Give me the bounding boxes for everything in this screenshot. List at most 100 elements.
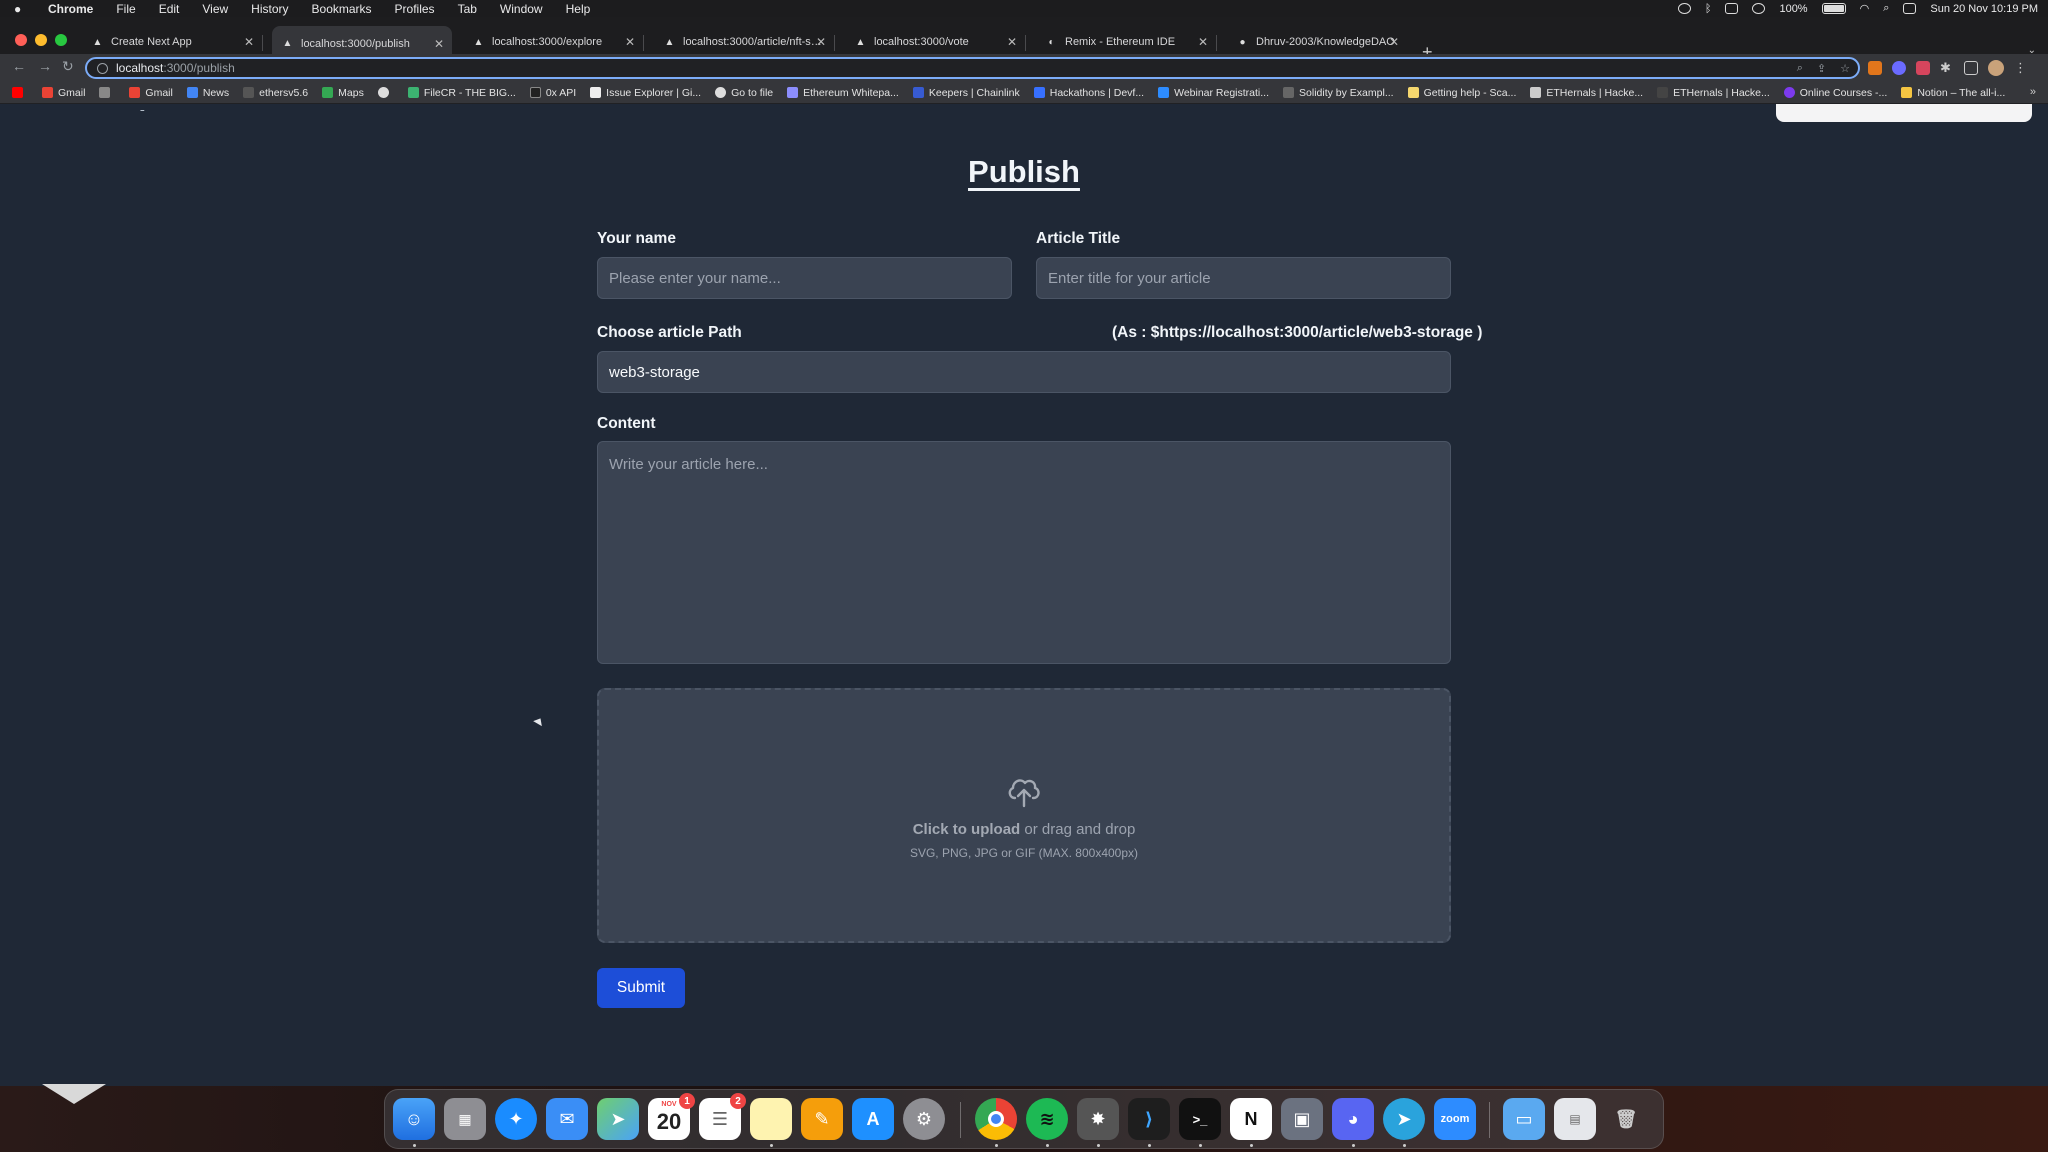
menu-bookmarks[interactable]: Bookmarks bbox=[312, 2, 372, 16]
now-playing-icon[interactable] bbox=[1752, 3, 1766, 14]
menu-view[interactable]: View bbox=[202, 2, 228, 16]
bookmark-0x-api[interactable]: 0x API bbox=[529, 87, 576, 99]
tab-close-icon[interactable]: ✕ bbox=[816, 35, 826, 49]
tab-vote[interactable]: ▲ localhost:3000/vote ✕ bbox=[845, 29, 1026, 55]
back-arrow-icon[interactable]: ← bbox=[12, 58, 26, 74]
screen-record-icon[interactable] bbox=[1677, 3, 1691, 14]
telegram-icon[interactable]: ➤ bbox=[1383, 1098, 1425, 1140]
menu-edit[interactable]: Edit bbox=[159, 2, 180, 16]
metamask-extension-icon[interactable] bbox=[1868, 61, 1882, 75]
recent-files-stack-icon[interactable]: ▤ bbox=[1554, 1098, 1596, 1140]
discord-icon[interactable]: ◕ bbox=[1332, 1098, 1374, 1140]
tab-close-icon[interactable]: ✕ bbox=[244, 35, 254, 49]
tab-close-icon[interactable]: ✕ bbox=[625, 35, 635, 49]
bluetooth-icon[interactable]: ᛒ bbox=[1705, 3, 1712, 15]
bookmark-gmail-1[interactable]: Gmail bbox=[42, 87, 85, 99]
display-icon[interactable] bbox=[1725, 3, 1739, 14]
tab-article-nft-storage[interactable]: ▲ localhost:3000/article/nft-storage ✕ bbox=[654, 29, 835, 55]
forward-arrow-icon[interactable]: → bbox=[38, 58, 52, 74]
chrome-icon[interactable] bbox=[975, 1098, 1017, 1140]
name-input[interactable]: Please enter your name... bbox=[597, 257, 1012, 299]
wifi-icon[interactable]: ◠ bbox=[1860, 2, 1870, 15]
bookmark-devfolio[interactable]: Hackathons | Devf... bbox=[1033, 87, 1144, 99]
zoom-app-icon[interactable]: zoom bbox=[1434, 1098, 1476, 1140]
tab-create-next-app[interactable]: ▲ Create Next App ✕ bbox=[82, 29, 263, 55]
menu-history[interactable]: History bbox=[251, 2, 288, 16]
bookmark-youtube[interactable] bbox=[12, 87, 28, 98]
bookmark-star-icon[interactable]: ☆ bbox=[1840, 62, 1850, 75]
app-store-icon[interactable]: A bbox=[852, 1098, 894, 1140]
vscode-icon[interactable]: ⟩ bbox=[1128, 1098, 1170, 1140]
address-bar[interactable]: localhost:3000/publish ⌕ ⇪ ☆ bbox=[85, 57, 1860, 79]
image-upload-dropzone[interactable]: Click to upload or drag and drop SVG, PN… bbox=[597, 688, 1451, 943]
menu-chrome[interactable]: Chrome bbox=[48, 2, 93, 16]
photo-editor-icon[interactable]: ✸ bbox=[1077, 1098, 1119, 1140]
bookmark-ethernals-1[interactable]: ETHernals | Hacke... bbox=[1530, 87, 1643, 99]
bookmark-maps[interactable]: Maps bbox=[322, 87, 364, 99]
content-textarea[interactable]: Write your article here... bbox=[597, 441, 1451, 664]
tab-close-icon[interactable]: ✕ bbox=[1389, 35, 1399, 49]
terminal-icon[interactable]: >_ bbox=[1179, 1098, 1221, 1140]
share-icon[interactable]: ⇪ bbox=[1817, 62, 1826, 75]
bookmark-online-courses[interactable]: Online Courses -... bbox=[1783, 87, 1887, 99]
notion-icon[interactable]: N bbox=[1230, 1098, 1272, 1140]
bookmark-go-to-file[interactable]: Go to file bbox=[715, 87, 773, 99]
bookmark-unnamed[interactable] bbox=[99, 87, 115, 98]
tab-close-icon[interactable]: ✕ bbox=[1198, 35, 1208, 49]
menu-file[interactable]: File bbox=[116, 2, 135, 16]
calendar-icon[interactable]: NOV 20 1 bbox=[648, 1093, 695, 1140]
submit-button[interactable]: Submit bbox=[597, 968, 685, 1008]
zoom-window-button[interactable] bbox=[55, 34, 67, 46]
bookmark-gmail-2[interactable]: Gmail bbox=[129, 87, 173, 99]
side-panel-icon[interactable] bbox=[1964, 61, 1978, 75]
minimize-window-button[interactable] bbox=[35, 34, 47, 46]
bookmark-ethers[interactable]: ethersv5.6 bbox=[243, 87, 308, 99]
puzzle-extensions-icon[interactable]: ✱ bbox=[1940, 61, 1954, 75]
bookmark-filecr[interactable]: FileCR - THE BIG... bbox=[407, 87, 516, 99]
reload-icon[interactable]: ↻ bbox=[62, 58, 74, 75]
spotlight-search-icon[interactable]: ⌕ bbox=[1883, 2, 1889, 15]
apple-menu-icon[interactable]: ● bbox=[14, 2, 30, 16]
menu-help[interactable]: Help bbox=[566, 2, 591, 16]
close-window-button[interactable] bbox=[15, 34, 27, 46]
tab-close-icon[interactable]: ✕ bbox=[1007, 35, 1017, 49]
connect-wallet-button[interactable] bbox=[1776, 104, 2032, 122]
tab-remix[interactable]: ◐ Remix - Ethereum IDE ✕ bbox=[1036, 29, 1217, 55]
clock[interactable]: Sun 20 Nov 10:19 PM bbox=[1930, 3, 2038, 15]
maps-icon[interactable]: ➤ bbox=[597, 1098, 639, 1140]
launchpad-icon[interactable]: ▦ bbox=[444, 1098, 486, 1140]
bookmark-ethernals-2[interactable]: ETHernals | Hacke... bbox=[1657, 87, 1770, 99]
battery-icon[interactable] bbox=[1821, 3, 1846, 14]
spotify-icon[interactable]: ≋ bbox=[1026, 1098, 1068, 1140]
bookmark-ethereum-whitepaper[interactable]: Ethereum Whitepa... bbox=[787, 87, 899, 99]
bookmark-news[interactable]: News bbox=[186, 87, 229, 99]
article-path-input[interactable]: web3-storage bbox=[597, 351, 1451, 393]
trash-icon[interactable]: 🗑 bbox=[1605, 1098, 1647, 1140]
bookmark-google[interactable] bbox=[377, 87, 394, 98]
system-preferences-icon[interactable]: ⚙ bbox=[903, 1098, 945, 1140]
menu-tab[interactable]: Tab bbox=[458, 2, 477, 16]
bookmark-webinar[interactable]: Webinar Registrati... bbox=[1158, 87, 1269, 99]
reminders-icon[interactable]: ☰ 2 bbox=[699, 1093, 746, 1140]
bookmark-scaffold[interactable]: Getting help - Sca... bbox=[1407, 87, 1516, 99]
notes-icon[interactable] bbox=[750, 1098, 792, 1140]
click-to-upload-text[interactable]: Click to upload bbox=[913, 821, 1021, 838]
more-options-icon[interactable]: ⋮ bbox=[2014, 60, 2027, 76]
safari-icon[interactable]: ✦ bbox=[495, 1098, 537, 1140]
tab-explore[interactable]: ▲ localhost:3000/explore ✕ bbox=[463, 29, 644, 55]
downloads-folder-icon[interactable]: ▭ bbox=[1503, 1098, 1545, 1140]
control-center-icon[interactable] bbox=[1903, 3, 1917, 14]
bookmark-chainlink[interactable]: Keepers | Chainlink bbox=[912, 87, 1020, 99]
finder-icon[interactable]: ☺ bbox=[393, 1098, 435, 1140]
bookmark-issue-explorer[interactable]: Issue Explorer | Gi... bbox=[590, 87, 701, 99]
more-bookmarks-icon[interactable]: » bbox=[2030, 86, 2036, 98]
article-title-input[interactable]: Enter title for your article bbox=[1036, 257, 1451, 299]
bookmark-notion[interactable]: Notion – The all-i... bbox=[1901, 87, 2005, 99]
menu-window[interactable]: Window bbox=[500, 2, 543, 16]
preview-icon[interactable]: ▣ bbox=[1281, 1098, 1323, 1140]
tab-close-icon[interactable]: ✕ bbox=[434, 37, 444, 51]
zoom-magnifier-icon[interactable]: ⌕ bbox=[1797, 62, 1803, 75]
menu-profiles[interactable]: Profiles bbox=[395, 2, 435, 16]
bookmark-solidity[interactable]: Solidity by Exampl... bbox=[1283, 87, 1394, 99]
shield-extension-icon[interactable] bbox=[1916, 61, 1930, 75]
